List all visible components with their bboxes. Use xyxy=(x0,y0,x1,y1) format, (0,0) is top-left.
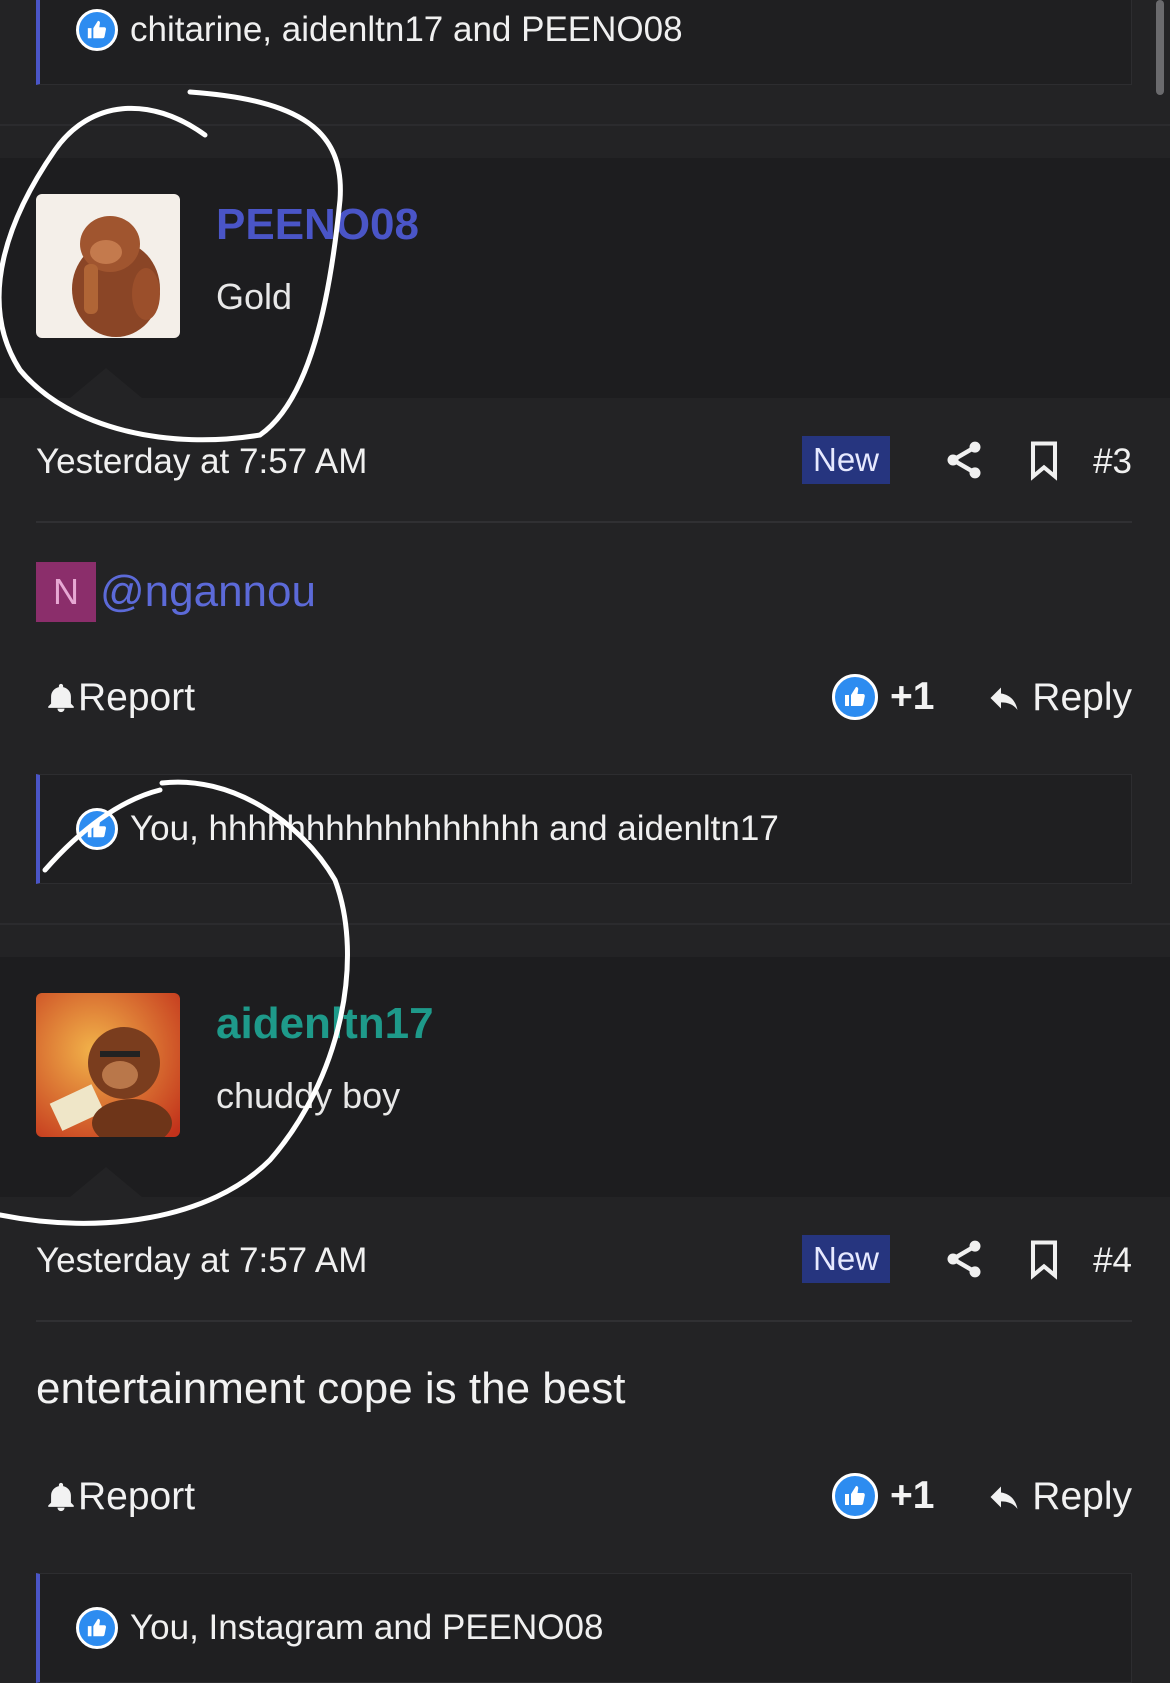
scrollbar[interactable] xyxy=(1156,0,1164,95)
annotation-circle xyxy=(0,89,343,443)
annotation-circle xyxy=(0,779,350,1226)
drawn-annotations xyxy=(0,89,350,1226)
